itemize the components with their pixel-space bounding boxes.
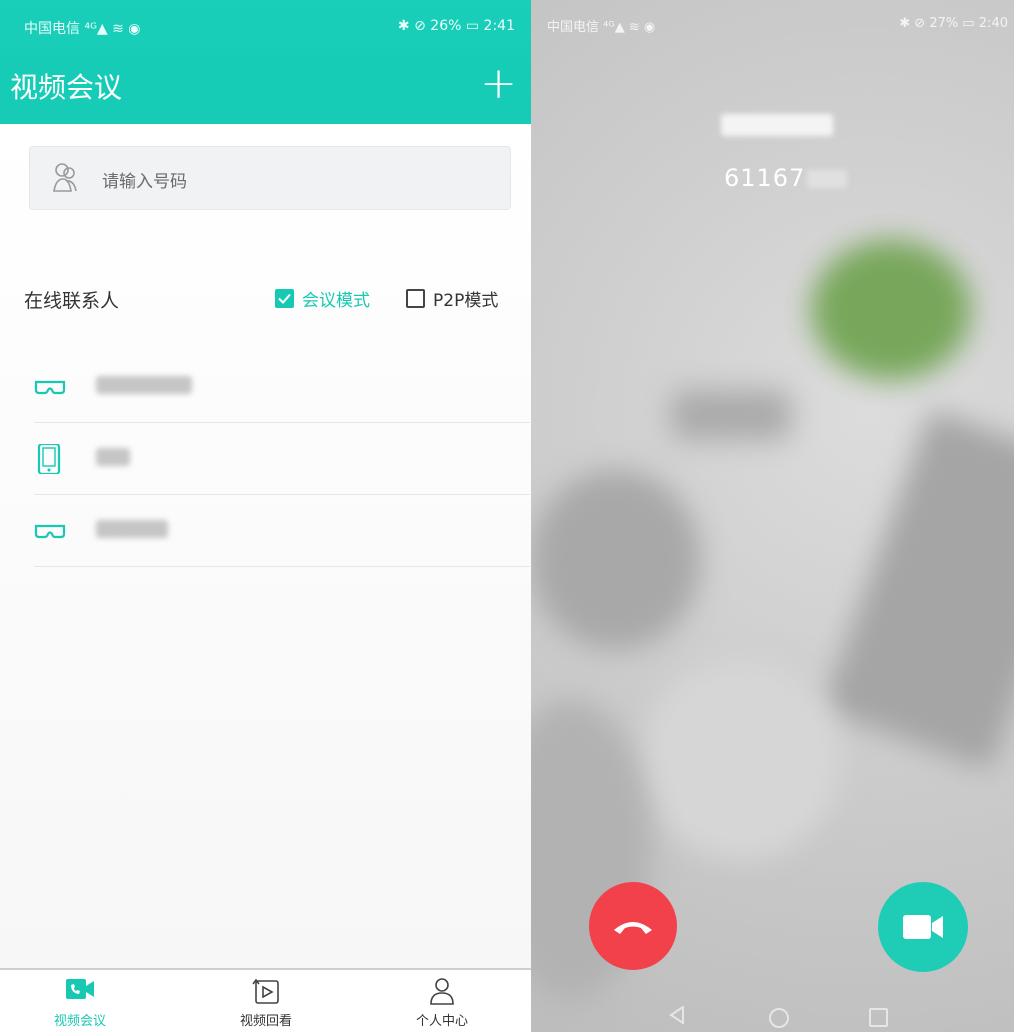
video-camera-icon [903,915,943,939]
app-bar: 视频会议 + [0,56,531,124]
home-icon[interactable] [769,1008,789,1028]
carrier-label: 中国电信 ⁴ᴳ▲ ≋ ◉ [547,20,656,35]
status-right: ✱ ⊘ 26% ▭ 2:41 [397,18,515,34]
status-right: ✱ ⊘ 27% ▭ 2:40 [899,16,1008,31]
tab-video-playback[interactable]: 视频回看 [206,976,326,1029]
contact-row[interactable] [34,422,530,495]
contact-name-redacted [96,518,168,540]
tab-personal-center[interactable]: 个人中心 [382,976,502,1029]
background-keyboard [821,408,1014,772]
vr-glasses-icon [34,524,66,539]
contacts-icon [53,163,77,192]
bottom-tab-bar: 视频会议 视频回看 个人中心 [0,968,531,1032]
meeting-mode-checkbox[interactable] [275,289,294,308]
p2p-mode-label: P2P模式 [433,291,499,311]
background-cup [641,660,841,860]
recent-apps-icon[interactable] [869,1008,888,1027]
right-phone-incoming-call-screen: 中国电信 ⁴ᴳ▲ ≋ ◉ ✱ ⊘ 27% ▭ 2:40 61167 [531,0,1014,1032]
background-plant [811,240,971,380]
contact-row[interactable] [34,350,530,423]
carrier-label: 中国电信 ⁴ᴳ▲ ≋ ◉ [24,21,141,37]
hang-up-button[interactable] [589,882,677,970]
page-title: 视频会议 [10,71,123,104]
contact-name-redacted [96,446,130,468]
background-shadow [531,470,701,650]
add-button[interactable]: + [480,58,517,109]
meeting-mode-option[interactable]: 会议模式 [275,286,370,311]
background-object [671,390,791,440]
answer-video-button[interactable] [878,882,968,972]
contact-name-redacted [96,374,192,396]
main-content: 请输入号码 在线联系人 会议模式 P2P模式 [0,124,531,968]
left-phone-screen: 中国电信 ⁴ᴳ▲ ≋ ◉ ✱ ⊘ 26% ▭ 2:41 视频会议 + 请输入号码… [0,0,531,1032]
status-bar: 中国电信 ⁴ᴳ▲ ≋ ◉ ✱ ⊘ 26% ▭ 2:41 [0,0,531,56]
meeting-mode-label: 会议模式 [302,291,370,311]
vr-glasses-icon [34,380,66,395]
video-call-icon [65,976,95,1006]
phone-icon [37,444,61,474]
hang-up-icon [614,922,652,934]
tab-video-meeting[interactable]: 视频会议 [20,976,140,1029]
tab-label: 个人中心 [415,1014,468,1029]
contact-row[interactable] [34,494,530,567]
person-icon [427,976,457,1006]
caller-name-redacted [721,110,833,138]
p2p-mode-checkbox[interactable] [406,289,425,308]
playback-icon [251,976,281,1006]
search-placeholder: 请输入号码 [102,172,187,192]
number-search-field[interactable]: 请输入号码 [29,146,511,210]
tab-label: 视频回看 [239,1014,292,1029]
tab-label: 视频会议 [53,1014,106,1029]
caller-number: 61167 [724,164,848,192]
online-contacts-heading: 在线联系人 [24,290,120,312]
status-bar: 中国电信 ⁴ᴳ▲ ≋ ◉ ✱ ⊘ 27% ▭ 2:40 [531,0,1014,40]
back-icon[interactable] [669,1006,685,1024]
p2p-mode-option[interactable]: P2P模式 [406,286,498,311]
system-nav-bar [531,998,1014,1032]
checkmark-icon [278,293,291,304]
